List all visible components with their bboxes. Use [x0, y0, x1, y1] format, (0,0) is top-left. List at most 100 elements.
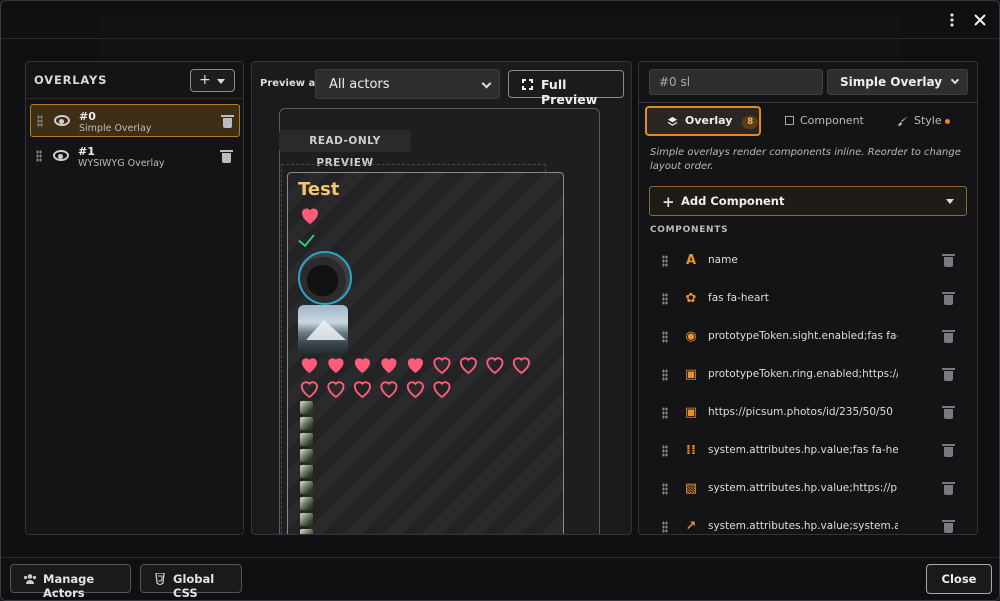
component-row[interactable]: Aname [639, 242, 977, 280]
overlay-render: Test [287, 172, 564, 534]
full-preview-button[interactable]: Full Preview [508, 70, 624, 107]
tab-overlay[interactable]: Overlay 8 [645, 106, 761, 136]
overlay-type-select[interactable]: Simple Overlay [827, 69, 968, 95]
trash-icon[interactable] [942, 368, 955, 381]
overlay-title: Test [298, 179, 340, 200]
actor-select-value: All actors [329, 77, 390, 92]
hp-image [300, 513, 313, 526]
hp-image [300, 417, 313, 430]
css-icon [155, 573, 165, 585]
overlay-item-0[interactable]: #0 Simple Overlay [30, 104, 240, 137]
drag-handle-icon[interactable] [662, 331, 668, 343]
heart-outline-icon [327, 381, 345, 399]
chevron-down-icon [950, 75, 960, 85]
heart-outline-icon [300, 381, 318, 399]
trash-icon[interactable] [942, 482, 955, 495]
hp-image [300, 497, 313, 510]
full-preview-label: Full Preview [541, 77, 598, 107]
overlay-type-value: Simple Overlay [840, 75, 943, 89]
dialog-titlebar [1, 1, 999, 39]
trash-icon[interactable] [942, 330, 955, 343]
heart-filled-icon [381, 358, 397, 373]
overlay-name-input[interactable]: #0 sl [649, 69, 823, 95]
plus-icon: + [662, 193, 675, 211]
layers-icon [667, 116, 678, 126]
read-only-badge: READ-ONLY PREVIEW [279, 130, 411, 169]
heart-outline-icon [459, 357, 477, 375]
tab-component[interactable]: Component [769, 106, 865, 136]
component-label: system.attributes.hp.value;https://p... [708, 482, 898, 494]
editor-panel: #0 sl Simple Overlay Overlay 8 Component… [638, 61, 978, 535]
hp-hearts [300, 357, 530, 399]
eye-icon[interactable] [53, 150, 69, 161]
component-row[interactable]: ◉ prototypeToken.sight.enabled;fas fa-... [639, 318, 977, 356]
eye-icon[interactable] [54, 115, 70, 126]
overlays-header: OVERLAYS + [26, 62, 243, 99]
heart-outline-icon [433, 357, 451, 375]
heart-outline-icon [353, 381, 371, 399]
chevron-down-icon [481, 78, 492, 89]
component-row[interactable]: ▣ prototypeToken.ring.enabled;https://... [639, 356, 977, 394]
trash-icon[interactable] [942, 254, 955, 267]
square-icon [785, 116, 794, 125]
add-overlay-button[interactable]: + [190, 69, 235, 92]
trash-icon[interactable] [942, 406, 955, 419]
trash-icon[interactable] [942, 292, 955, 305]
brush-icon [898, 116, 908, 126]
drag-handle-icon[interactable] [662, 483, 668, 495]
overlay-hint: Simple overlays render components inline… [650, 147, 961, 172]
grid-icon: ⁞⁞ [686, 443, 696, 458]
drag-handle-icon[interactable] [662, 369, 668, 381]
hp-image [300, 401, 313, 414]
add-component-label: Add Component [681, 194, 785, 208]
tab-component-label: Component [800, 114, 864, 127]
component-label: system.attributes.hp.value;system.at... [708, 520, 898, 532]
components-title: COMPONENTS [650, 225, 729, 235]
component-row[interactable]: ↗ system.attributes.hp.value;system.at... [639, 508, 977, 534]
close-icon[interactable] [970, 10, 990, 30]
text-icon: A [685, 253, 697, 268]
modified-dot-icon [945, 119, 950, 124]
ellipsis-vertical-icon[interactable] [942, 10, 962, 30]
component-row[interactable]: ⁞⁞ system.attributes.hp.value;fas fa-he..… [639, 432, 977, 470]
drag-handle-icon[interactable] [36, 150, 42, 162]
token-ring-image [298, 251, 352, 305]
preview-as-label: Preview as [260, 78, 322, 89]
actor-select[interactable]: All actors [315, 69, 500, 99]
drag-handle-icon[interactable] [662, 293, 668, 305]
tab-style[interactable]: Style [879, 106, 969, 136]
manage-actors-button[interactable]: Manage Actors [10, 564, 131, 600]
trash-icon[interactable] [220, 150, 233, 163]
drag-handle-icon[interactable] [662, 521, 668, 533]
drag-handle-icon[interactable] [662, 255, 668, 267]
component-row[interactable]: ▧ system.attributes.hp.value;https://p... [639, 470, 977, 508]
overlay-item-1[interactable]: #1 WYSIWYG Overlay [30, 140, 240, 173]
check-icon [298, 229, 315, 248]
global-css-button[interactable]: Global CSS [140, 564, 242, 600]
drag-handle-icon[interactable] [37, 115, 43, 127]
icons-icon: ✿ [685, 291, 697, 306]
caret-down-icon [217, 79, 225, 84]
heart-outline-icon [486, 357, 504, 375]
component-row[interactable]: ✿ fas fa-heart [639, 280, 977, 318]
component-label: prototypeToken.ring.enabled;https://... [708, 368, 898, 380]
add-component-button[interactable]: + Add Component [649, 186, 967, 216]
expand-icon [522, 79, 533, 90]
preview-panel: Preview as All actors Full Preview READ-… [251, 61, 632, 535]
close-button[interactable]: Close [926, 564, 992, 594]
manage-actors-label: Manage Actors [43, 572, 95, 600]
hp-image [300, 481, 313, 494]
component-label: prototypeToken.sight.enabled;fas fa-... [708, 330, 898, 342]
heart-filled-icon [407, 358, 423, 373]
component-row[interactable]: ▣ https://picsum.photos/id/235/50/50 [639, 394, 977, 432]
trash-icon[interactable] [221, 115, 234, 128]
drag-handle-icon[interactable] [662, 407, 668, 419]
plus-icon: + [199, 72, 211, 88]
trash-icon[interactable] [942, 520, 955, 533]
drag-handle-icon[interactable] [662, 445, 668, 457]
trash-icon[interactable] [942, 444, 955, 457]
hp-image [300, 529, 313, 534]
heart-outline-icon [433, 381, 451, 399]
overlay-type: WYSIWYG Overlay [78, 158, 165, 169]
overlay-id: #1 [78, 145, 95, 158]
